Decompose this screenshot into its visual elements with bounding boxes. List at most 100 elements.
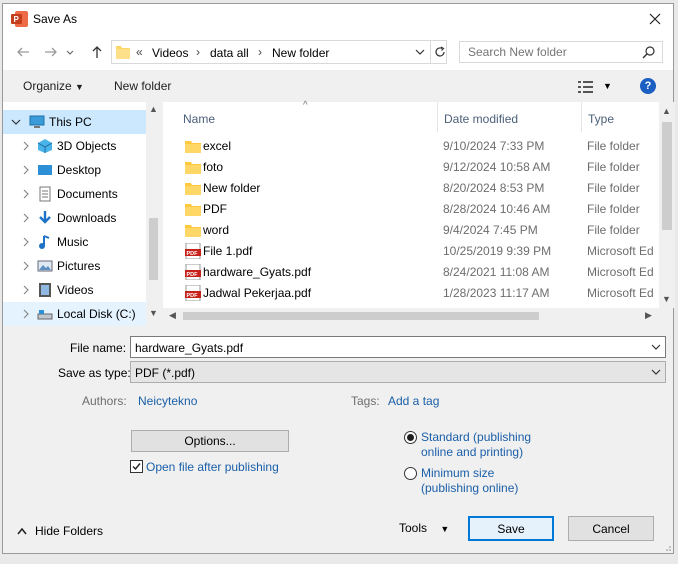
- command-bar: Organize ▼ New folder ▼ ?: [3, 70, 673, 102]
- back-arrow-icon[interactable]: [15, 44, 31, 60]
- breadcrumb-separator-icon: ›: [258, 45, 262, 59]
- tree-item-downloads[interactable]: Downloads: [3, 206, 146, 230]
- file-row[interactable]: PDF Jadwal Pekerjaa.pdf 1/28/2023 11:17 AM…: [163, 283, 659, 304]
- refresh-button[interactable]: [430, 41, 448, 63]
- scroll-right-icon[interactable]: ▶: [645, 310, 652, 321]
- file-date: 8/28/2024 10:46 AM: [443, 202, 551, 216]
- breadcrumb-overflow[interactable]: «: [136, 45, 143, 59]
- close-button[interactable]: [637, 4, 673, 34]
- savetype-select[interactable]: PDF (*.pdf): [130, 361, 666, 383]
- file-list-vertical-scrollbar[interactable]: ▲ ▼: [659, 102, 675, 308]
- file-row[interactable]: New folder 8/20/2024 8:53 PM File folder: [163, 178, 659, 199]
- cancel-button[interactable]: Cancel: [568, 516, 654, 541]
- document-icon: [39, 186, 51, 202]
- chevron-down-icon[interactable]: [412, 44, 428, 60]
- forward-arrow-icon[interactable]: [43, 44, 59, 60]
- filename-input[interactable]: hardware_Gyats.pdf: [130, 336, 666, 358]
- file-row[interactable]: PDF 8/28/2024 10:46 AM File folder: [163, 199, 659, 220]
- help-button[interactable]: ?: [640, 78, 656, 94]
- breadcrumb-data-all[interactable]: data all: [210, 46, 249, 60]
- video-icon: [39, 283, 51, 297]
- save-button[interactable]: Save: [468, 516, 554, 541]
- view-dropdown-icon[interactable]: ▼: [603, 81, 612, 91]
- standard-label-line2[interactable]: online and printing): [421, 445, 523, 459]
- add-tag-link[interactable]: Add a tag: [388, 394, 439, 408]
- tree-item-pictures[interactable]: Pictures: [3, 254, 146, 278]
- file-name: File 1.pdf: [203, 244, 253, 258]
- tree-item-local-disk[interactable]: Local Disk (C:): [3, 302, 146, 326]
- scroll-thumb[interactable]: [149, 218, 158, 280]
- open-after-label[interactable]: Open file after publishing: [146, 460, 279, 474]
- tree-item-documents[interactable]: Documents: [3, 182, 146, 206]
- scroll-thumb[interactable]: [662, 122, 672, 230]
- recent-dropdown-icon[interactable]: [65, 44, 75, 60]
- resize-grip-icon[interactable]: [663, 543, 671, 551]
- file-row[interactable]: excel 9/10/2024 7:33 PM File folder: [163, 136, 659, 157]
- tree-item-this-pc[interactable]: This PC: [3, 110, 146, 134]
- organize-menu[interactable]: Organize ▼: [23, 79, 84, 93]
- new-folder-button[interactable]: New folder: [114, 79, 171, 93]
- folder-icon: [185, 141, 201, 153]
- file-row[interactable]: PDF hardware_Gyats.pdf 8/24/2021 11:08 AM M…: [163, 262, 659, 283]
- tree-label: Documents: [57, 187, 118, 201]
- tree-item-desktop[interactable]: Desktop: [3, 158, 146, 182]
- search-input[interactable]: [468, 45, 638, 59]
- filename-value: hardware_Gyats.pdf: [135, 341, 244, 355]
- tools-menu[interactable]: Tools ▼: [399, 521, 449, 535]
- breadcrumb-new-folder[interactable]: New folder: [272, 46, 329, 60]
- tree-item-3d-objects[interactable]: 3D Objects: [3, 134, 146, 158]
- minimum-label-line2[interactable]: (publishing online): [421, 481, 518, 495]
- close-icon: [649, 13, 661, 25]
- chevron-down-icon[interactable]: [651, 342, 661, 352]
- up-arrow-icon[interactable]: [89, 44, 105, 60]
- tree-item-videos[interactable]: Videos: [3, 278, 146, 302]
- file-row[interactable]: word 9/4/2024 7:45 PM File folder: [163, 220, 659, 241]
- breadcrumb-videos[interactable]: Videos: [152, 46, 188, 60]
- tags-label: Tags:: [351, 394, 380, 408]
- open-after-checkbox[interactable]: [130, 460, 143, 473]
- file-row[interactable]: foto 9/12/2024 10:58 AM File folder: [163, 157, 659, 178]
- chevron-right-icon[interactable]: [21, 261, 31, 271]
- chevron-right-icon[interactable]: [21, 141, 31, 151]
- authors-value[interactable]: Neicytekno: [138, 394, 197, 408]
- scroll-down-icon[interactable]: ▼: [662, 294, 671, 304]
- chevron-right-icon[interactable]: [21, 165, 31, 175]
- column-divider[interactable]: [437, 102, 438, 132]
- column-header-date[interactable]: Date modified: [444, 102, 518, 132]
- navigation-bar: « Videos › data all › New folder: [3, 34, 673, 70]
- scroll-thumb[interactable]: [183, 312, 539, 320]
- checkmark-icon: [132, 463, 141, 471]
- chevron-right-icon[interactable]: [21, 237, 31, 247]
- scroll-up-icon[interactable]: ▲: [662, 106, 671, 116]
- chevron-down-icon[interactable]: [11, 117, 21, 127]
- options-button[interactable]: Options...: [131, 430, 289, 452]
- scroll-left-icon[interactable]: ◀: [169, 310, 176, 321]
- save-as-dialog: P Save As « Videos › data all › New fold…: [2, 3, 675, 554]
- file-name: foto: [203, 160, 224, 174]
- address-bar[interactable]: « Videos › data all › New folder: [111, 40, 447, 64]
- file-type: File folder: [587, 223, 640, 237]
- svg-text:P: P: [14, 15, 20, 24]
- chevron-right-icon[interactable]: [21, 189, 31, 199]
- chevron-down-icon[interactable]: [651, 367, 661, 377]
- chevron-right-icon[interactable]: [21, 285, 31, 295]
- search-box[interactable]: [459, 41, 663, 63]
- standard-radio[interactable]: [404, 431, 417, 444]
- scroll-up-icon[interactable]: ▲: [149, 104, 158, 114]
- powerpoint-icon: P: [11, 11, 28, 27]
- standard-label-line1[interactable]: Standard (publishing: [421, 430, 531, 444]
- tree-item-music[interactable]: Music: [3, 230, 146, 254]
- chevron-right-icon[interactable]: [21, 213, 31, 223]
- minimum-radio[interactable]: [404, 467, 417, 480]
- column-header-type[interactable]: Type: [588, 102, 614, 132]
- savetype-label: Save as type:: [58, 366, 131, 380]
- view-options-icon[interactable]: [578, 81, 596, 93]
- column-divider[interactable]: [581, 102, 582, 132]
- scroll-down-icon[interactable]: ▼: [149, 308, 158, 318]
- chevron-right-icon[interactable]: [21, 309, 31, 319]
- navigation-scrollbar[interactable]: ▲ ▼: [146, 102, 161, 324]
- file-list-horizontal-scrollbar[interactable]: ◀ ▶: [163, 308, 659, 324]
- minimum-label-line1[interactable]: Minimum size: [421, 466, 494, 480]
- file-row[interactable]: PDF File 1.pdf 10/25/2019 9:39 PM Microsoft…: [163, 241, 659, 262]
- column-header-name[interactable]: Name: [183, 102, 215, 132]
